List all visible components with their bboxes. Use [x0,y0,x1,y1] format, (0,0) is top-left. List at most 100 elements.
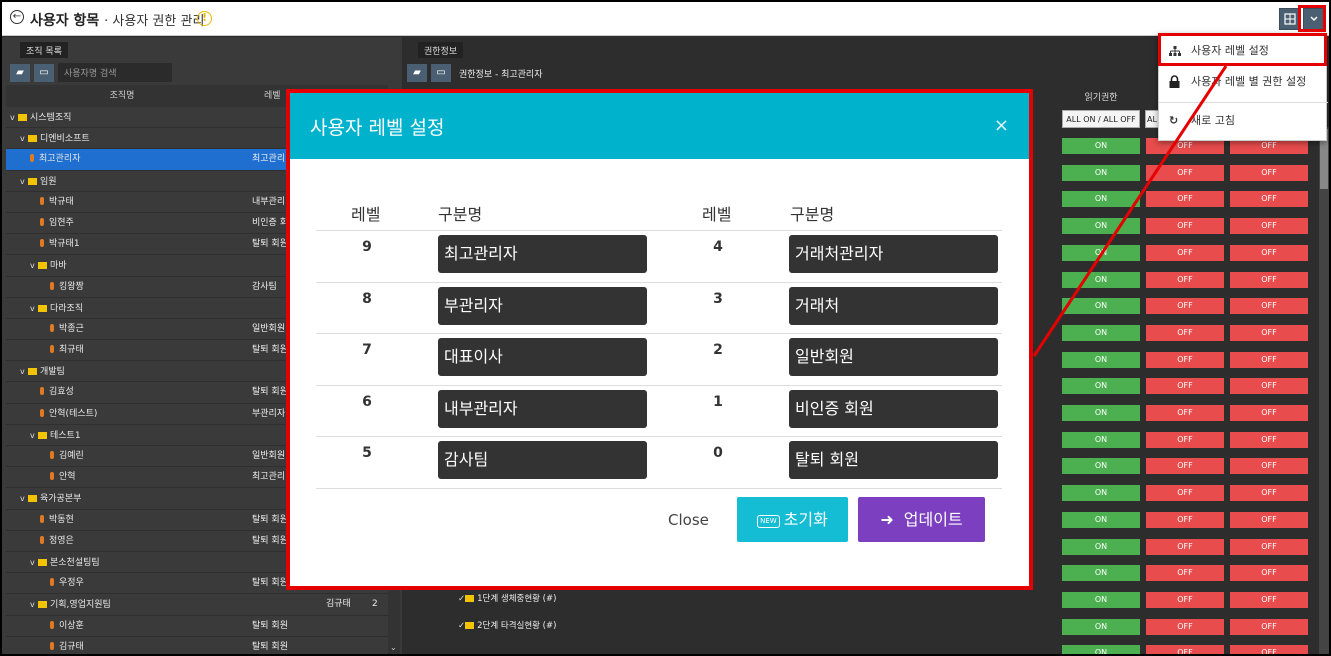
update-button[interactable]: ➜ 업데이트 [858,497,985,542]
read-on-toggle[interactable]: ON [1062,431,1140,448]
read-on-toggle[interactable]: ON [1062,271,1140,288]
delete-off-toggle[interactable]: OFF [1230,164,1308,181]
org-list-tab[interactable]: 조직 목록 [20,42,68,58]
chevron-down-icon[interactable]: v [30,552,38,573]
write-off-toggle[interactable]: OFF [1146,405,1224,421]
menu-refresh[interactable]: ↻ 새로 고침 [1159,106,1328,136]
chevron-down-icon[interactable]: v [30,255,38,276]
warning-icon[interactable]: ! [197,11,212,26]
read-on-toggle[interactable]: ON [1062,138,1140,154]
delete-off-toggle[interactable]: OFF [1230,244,1308,261]
write-off-toggle[interactable]: OFF [1146,218,1224,235]
read-on-toggle[interactable]: ON [1062,618,1140,635]
read-on-toggle[interactable]: ON [1062,485,1140,502]
chevron-down-icon[interactable]: v [30,425,38,446]
menu-level-permission-setting[interactable]: 사용자 레벨 별 권한 설정 [1159,67,1328,97]
read-on-toggle[interactable]: ON [1062,164,1140,181]
delete-off-toggle[interactable]: OFF [1230,618,1308,635]
read-on-toggle[interactable]: ON [1062,378,1140,395]
new-folder-button-2[interactable]: ▭ [431,64,451,82]
delete-off-toggle[interactable]: OFF [1230,298,1308,315]
read-on-toggle[interactable]: ON [1062,565,1140,582]
read-on-toggle[interactable]: ON [1062,244,1140,261]
tree-row[interactable]: 이상훈 탈퇴 회원 [6,615,388,637]
menu-row-2[interactable]: ✓ 2단계 타격실현황 (#) [458,619,556,631]
scroll-down-icon[interactable]: ⌄ [390,643,397,652]
delete-off-toggle[interactable]: OFF [1230,591,1308,608]
write-off-toggle[interactable]: OFF [1146,431,1224,448]
permission-tab[interactable]: 권한정보 [418,42,464,58]
delete-off-toggle[interactable]: OFF [1230,538,1308,555]
read-on-toggle[interactable]: ON [1062,591,1140,608]
back-icon[interactable]: ← [10,10,24,24]
read-on-toggle[interactable]: ON [1062,351,1140,368]
level-name-input[interactable]: 거래처관리자 [789,235,998,273]
level-name-input[interactable]: 감사팀 [438,441,647,479]
write-off-toggle[interactable]: OFF [1146,191,1224,208]
tree-row[interactable]: 김규태 탈퇴 회원 [6,636,388,654]
level-name-input[interactable]: 대표이사 [438,338,647,376]
write-off-toggle[interactable]: OFF [1146,378,1224,395]
level-name-input[interactable]: 탈퇴 회원 [789,441,998,479]
delete-off-toggle[interactable]: OFF [1230,218,1308,235]
delete-off-toggle[interactable]: OFF [1230,458,1308,475]
chevron-down-icon[interactable]: v [20,361,28,382]
read-on-toggle[interactable]: ON [1062,191,1140,208]
write-off-toggle[interactable]: OFF [1146,618,1224,635]
delete-off-toggle[interactable]: OFF [1230,324,1308,341]
level-name-input[interactable]: 부관리자 [438,286,647,325]
close-icon[interactable]: × [994,115,1009,136]
chevron-down-icon[interactable]: v [10,107,18,128]
write-off-toggle[interactable]: OFF [1146,351,1224,368]
chevron-down-icon[interactable]: v [20,171,28,192]
delete-off-toggle[interactable]: OFF [1230,431,1308,448]
chevron-down-icon[interactable]: v [20,128,28,149]
delete-off-toggle[interactable]: OFF [1230,485,1308,502]
close-button[interactable]: Close [668,511,709,529]
read-on-toggle[interactable]: ON [1062,218,1140,235]
read-on-toggle[interactable]: ON [1062,324,1140,341]
write-off-toggle[interactable]: OFF [1146,538,1224,555]
write-off-toggle[interactable]: OFF [1146,458,1224,475]
user-search-input[interactable]: 사용자명 검색 [58,63,172,82]
chevron-down-icon[interactable]: v [30,298,38,319]
write-off-toggle[interactable]: OFF [1146,591,1224,608]
delete-off-toggle[interactable]: OFF [1230,645,1308,654]
open-folder-button-2[interactable]: ▰ [407,64,427,82]
permission-scrollbar[interactable] [1319,127,1329,654]
delete-off-toggle[interactable]: OFF [1230,351,1308,368]
write-off-toggle[interactable]: OFF [1146,324,1224,341]
write-off-toggle[interactable]: OFF [1146,511,1224,528]
write-off-toggle[interactable]: OFF [1146,565,1224,582]
read-on-toggle[interactable]: ON [1062,538,1140,555]
all-toggle-write[interactable]: AL [1145,110,1159,128]
open-folder-button[interactable]: ▰ [10,64,30,82]
delete-off-toggle[interactable]: OFF [1230,565,1308,582]
delete-off-toggle[interactable]: OFF [1230,378,1308,395]
write-off-toggle[interactable]: OFF [1146,298,1224,315]
write-off-toggle[interactable]: OFF [1146,244,1224,261]
level-name-input[interactable]: 최고관리자 [438,235,647,273]
all-toggle-read[interactable]: ALL ON / ALL OFF [1062,110,1140,128]
write-off-toggle[interactable]: OFF [1146,164,1224,181]
reset-button[interactable]: NEW 초기화 [737,497,848,542]
new-folder-button[interactable]: ▭ [34,64,54,82]
read-on-toggle[interactable]: ON [1062,458,1140,475]
delete-off-toggle[interactable]: OFF [1230,191,1308,208]
level-name-input[interactable]: 일반회원 [789,338,998,376]
delete-off-toggle[interactable]: OFF [1230,405,1308,421]
delete-off-toggle[interactable]: OFF [1230,511,1308,528]
delete-off-toggle[interactable]: OFF [1230,271,1308,288]
read-on-toggle[interactable]: ON [1062,645,1140,654]
level-name-input[interactable]: 거래처 [789,286,998,325]
level-name-input[interactable]: 내부관리자 [438,389,647,428]
write-off-toggle[interactable]: OFF [1146,645,1224,654]
write-off-toggle[interactable]: OFF [1146,485,1224,502]
read-on-toggle[interactable]: ON [1062,405,1140,421]
tree-row[interactable]: v 기획,영업지원팀 김규태 2 [6,594,388,616]
menu-row-1[interactable]: ✓ 1단계 생체중현황 (#) [458,592,556,604]
level-name-input[interactable]: 비인증 회원 [789,389,998,428]
read-on-toggle[interactable]: ON [1062,298,1140,315]
chevron-down-icon[interactable]: v [20,488,28,509]
chevron-down-icon[interactable]: v [30,594,38,615]
